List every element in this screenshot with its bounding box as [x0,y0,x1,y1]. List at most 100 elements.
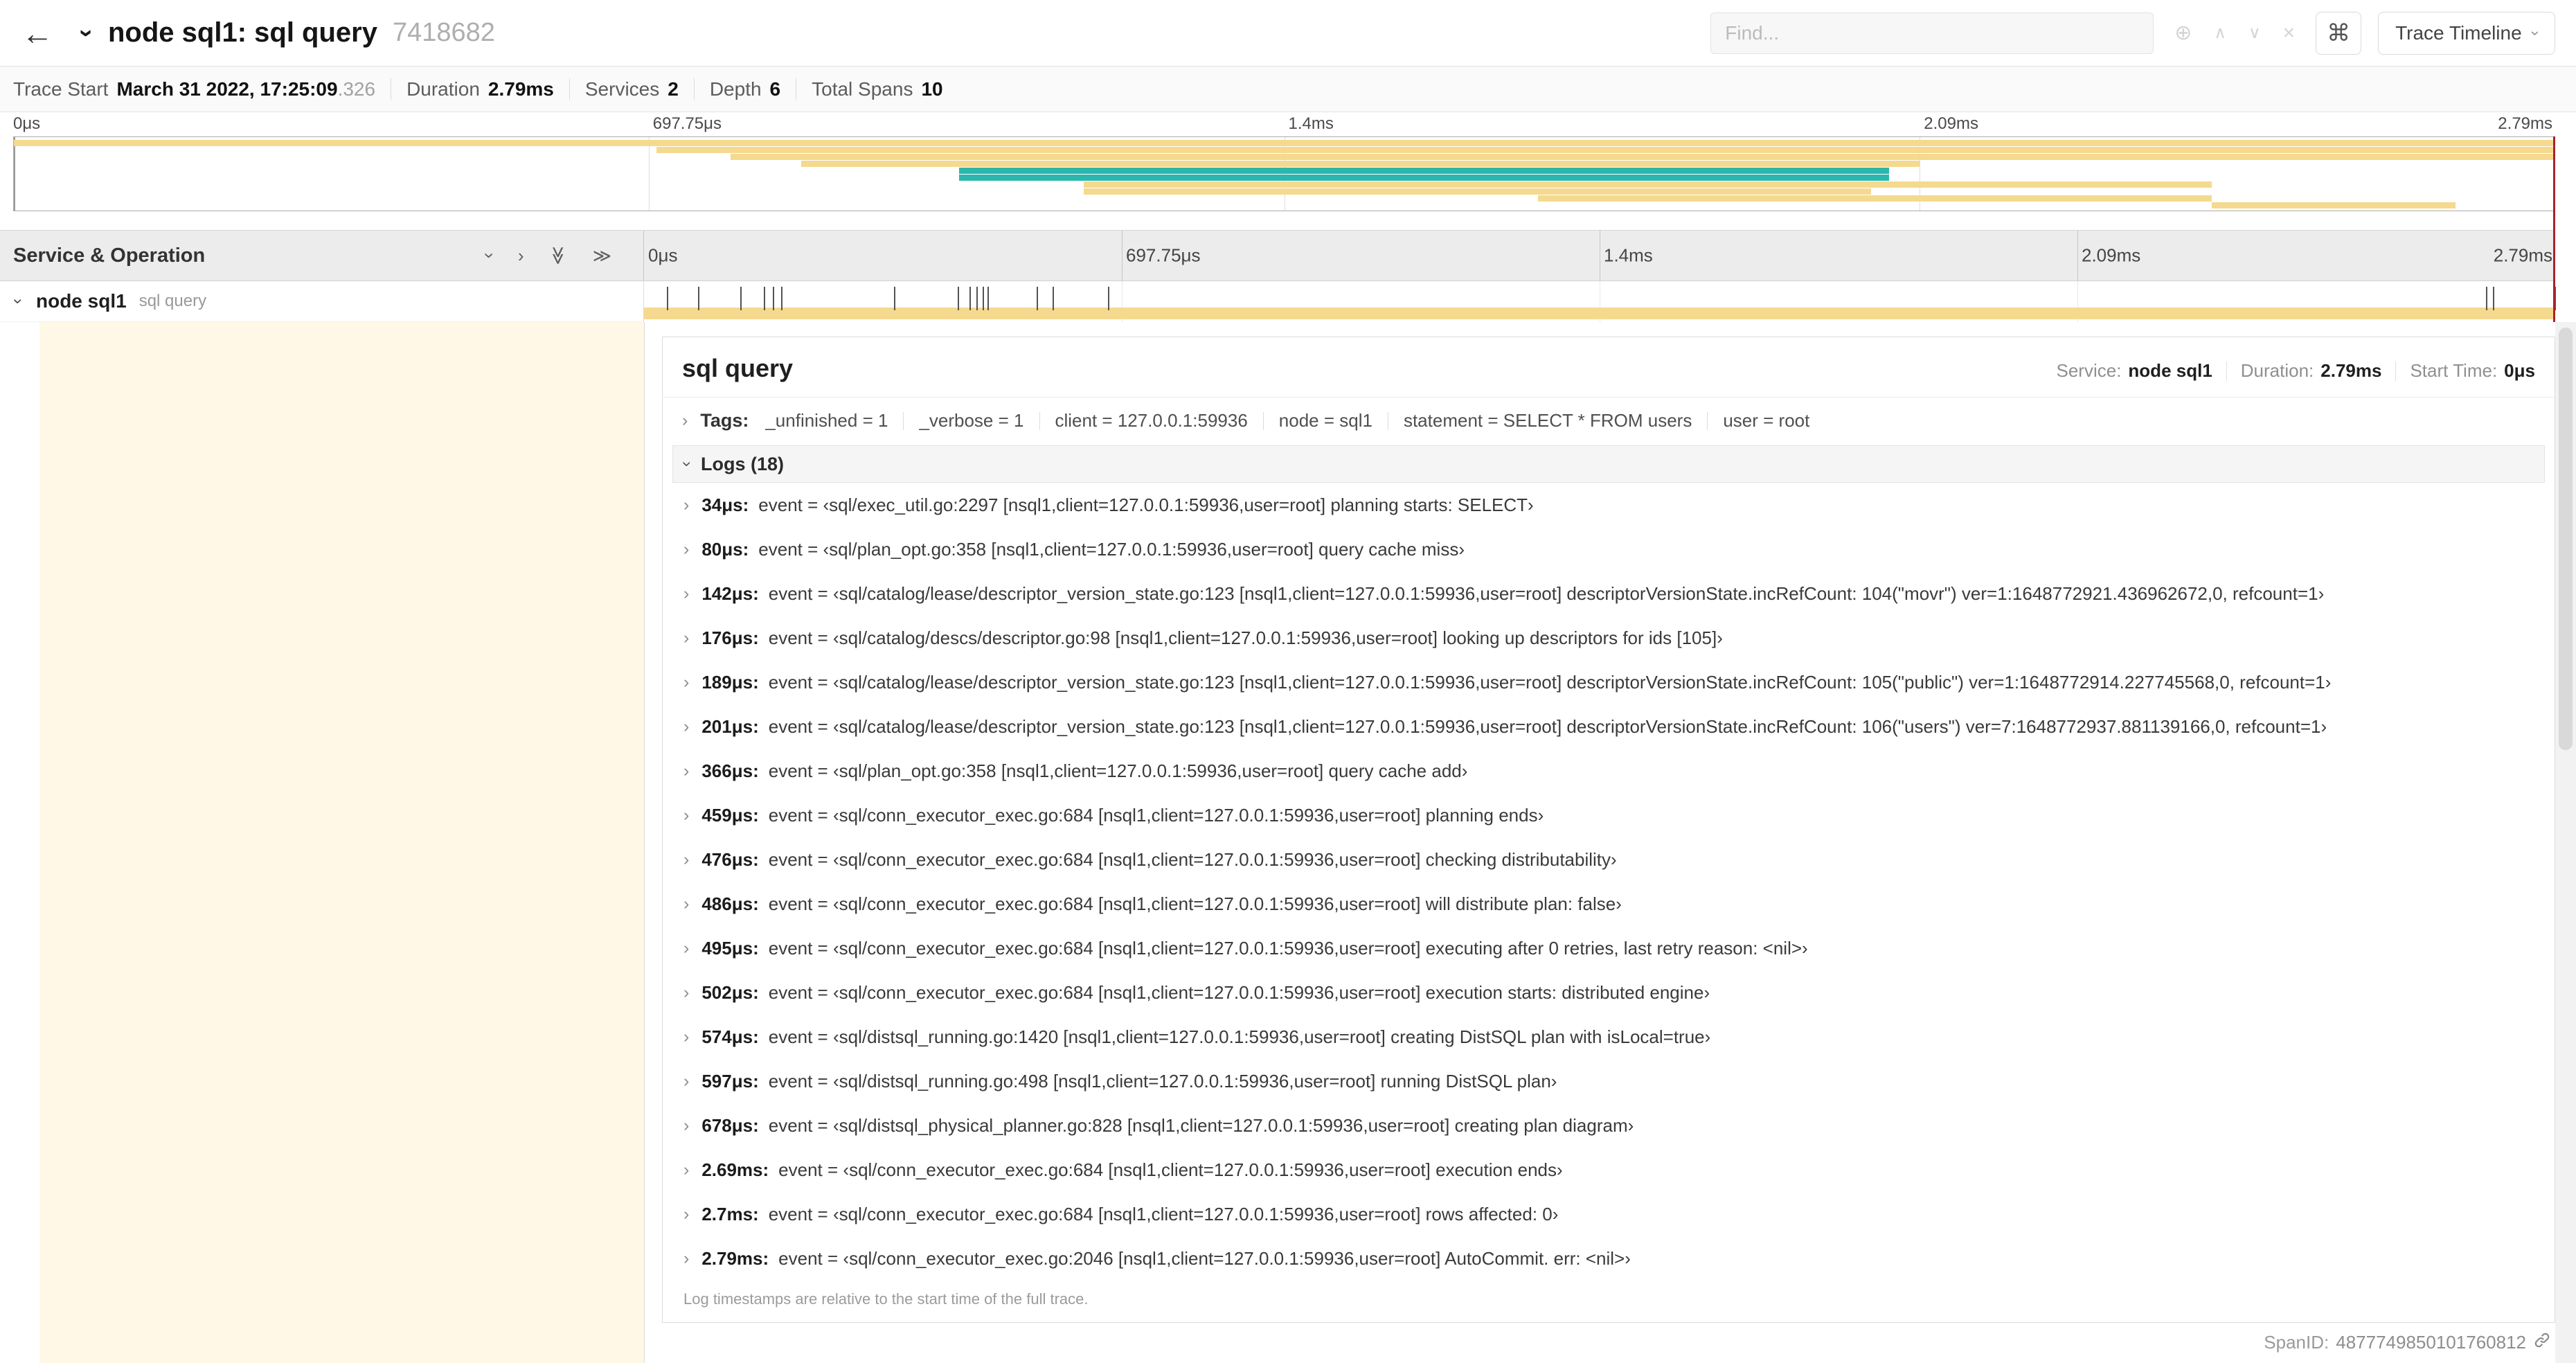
log-row[interactable]: › 476μs: event = ‹sql/conn_executor_exec.g… [672,837,2545,882]
logs-header[interactable]: › Logs (18) [672,445,2545,483]
log-row[interactable]: › 486μs: event = ‹sql/conn_executor_exec.g… [672,882,2545,926]
log-row[interactable]: › 597μs: event = ‹sql/distsql_running.go:4… [672,1059,2545,1103]
log-row[interactable]: › 2.69ms: event = ‹sql/conn_executor_exec.… [672,1148,2545,1192]
minimap-canvas[interactable] [13,136,2555,211]
log-timestamp: 502μs: [701,981,759,1003]
prev-result-icon[interactable]: ∧ [2214,23,2226,43]
tags-items: _unfinished = 1 _verbose = 1 client = 127.… [765,410,1809,431]
minimap-span-bar[interactable] [730,154,2555,160]
divider [2226,361,2227,381]
log-message: event = ‹sql/conn_executor_exec.go:684 [… [778,1159,1563,1180]
expand-one-icon[interactable]: › [518,245,524,267]
log-message: event = ‹sql/catalog/lease/descriptor_ve… [768,715,2327,737]
next-result-icon[interactable]: ∨ [2248,23,2261,43]
log-timestamp: 2.69ms: [701,1159,769,1180]
minimap-span-bar[interactable] [958,168,1889,174]
minimap-span-bar[interactable] [1083,181,2212,188]
chevron-right-icon: › [683,849,690,869]
duration-label: Duration: [2240,360,2314,381]
log-row[interactable]: › 176μs: event = ‹sql/catalog/descs/descri… [672,616,2545,660]
divider [693,78,695,100]
find-input[interactable] [1710,12,2154,54]
log-marker [2492,287,2494,310]
log-timestamp: 574μs: [701,1026,759,1047]
span-row-name-column[interactable]: › node sql1 sql query [0,281,644,322]
log-row[interactable]: › 459μs: event = ‹sql/conn_executor_exec.g… [672,793,2545,837]
scrollbar-thumb[interactable] [2559,328,2573,750]
tag-item[interactable]: user = root [1723,410,1809,431]
tag-item[interactable]: _verbose = 1 [919,410,1023,431]
log-message: event = ‹sql/conn_executor_exec.go:684 [… [768,937,1808,959]
tag-item[interactable]: statement = SELECT * FROM users [1404,410,1692,431]
minimap-span-bar[interactable] [2211,202,2456,208]
tags-row[interactable]: › Tags: _unfinished = 1 _verbose = 1 clien… [663,398,2555,441]
log-row[interactable]: › 574μs: event = ‹sql/distsql_running.go:1… [672,1015,2545,1059]
log-marker [969,287,971,310]
log-timestamp: 2.7ms: [701,1203,759,1224]
minimap-tick-label: 0μs [13,114,41,133]
log-message: event = ‹sql/catalog/lease/descriptor_ve… [768,582,2325,604]
logs-block: › Logs (18) › 34μs: event = ‹sql/exec_util… [672,445,2545,1322]
column-divider[interactable] [644,322,645,1363]
vertical-scrollbar[interactable] [2555,322,2576,1363]
trace-timeline-dropdown[interactable]: Trace Timeline › [2378,11,2555,55]
timeline-tick-label: 0μs [648,244,678,266]
collapse-all-icon[interactable]: ≫ [548,246,569,265]
divider [1262,411,1264,430]
tag-item[interactable]: _unfinished = 1 [765,410,888,431]
log-row[interactable]: › 80μs: event = ‹sql/plan_opt.go:358 [nsql… [672,527,2545,571]
minimap-tick-label: 2.79ms [2498,114,2552,133]
service-value: node sql1 [2128,360,2212,381]
span-bar[interactable] [644,308,2555,319]
log-row[interactable]: › 2.79ms: event = ‹sql/conn_executor_exec.… [672,1236,2545,1281]
log-row[interactable]: › 502μs: event = ‹sql/conn_executor_exec.g… [672,970,2545,1015]
span-row[interactable]: › node sql1 sql query [0,281,2556,322]
minimap-span-bar[interactable] [801,161,1920,167]
span-detail-title: sql query [682,354,794,382]
minimap-span-bar[interactable] [656,147,2555,153]
clear-search-icon[interactable]: × [2283,21,2296,45]
chevron-down-icon: › [678,461,697,467]
log-row[interactable]: › 366μs: event = ‹sql/plan_opt.go:358 [nsq… [672,749,2545,793]
log-message: event = ‹sql/conn_executor_exec.go:2046 … [778,1247,1631,1269]
log-timestamp: 34μs: [701,494,749,515]
log-message: event = ‹sql/conn_executor_exec.go:684 [… [768,1203,1559,1224]
start-time-label: Start Time: [2410,360,2498,381]
trace-minimap[interactable]: 0μs 697.75μs 1.4ms 2.09ms 2.79ms [13,113,2555,211]
log-row[interactable]: › 495μs: event = ‹sql/conn_executor_exec.g… [672,926,2545,970]
span-service-name: node sql1 [36,290,127,312]
range-scrubber-left[interactable] [14,137,15,211]
log-row[interactable]: › 34μs: event = ‹sql/exec_util.go:2297 [ns… [672,483,2545,527]
chevron-down-icon[interactable]: › [73,29,102,37]
log-message: event = ‹sql/distsql_running.go:1420 [ns… [768,1026,1711,1047]
log-row[interactable]: › 142μs: event = ‹sql/catalog/lease/descri… [672,571,2545,616]
log-message: event = ‹sql/catalog/lease/descriptor_ve… [768,671,2332,693]
log-row[interactable]: › 2.7ms: event = ‹sql/conn_executor_exec.g… [672,1192,2545,1236]
span-row-track[interactable] [644,281,2556,322]
collapse-one-icon[interactable]: › [480,253,501,259]
locate-icon[interactable]: ⊕ [2174,21,2192,45]
chevron-down-icon[interactable]: › [9,299,28,304]
summary-label: Duration [406,78,480,100]
start-time-value: 0μs [2504,360,2535,381]
keyboard-shortcuts-button[interactable]: ⌘ [2316,11,2362,55]
minimap-span-bar[interactable] [1083,188,1872,195]
minimap-span-bar[interactable] [1538,195,2212,202]
back-button[interactable]: ← [10,15,65,52]
link-icon[interactable] [2533,1331,2551,1354]
log-row[interactable]: › 678μs: event = ‹sql/distsql_physical_pla… [672,1103,2545,1148]
expand-all-icon[interactable]: ≫ [593,245,611,267]
tag-item[interactable]: client = 127.0.0.1:59936 [1055,410,1248,431]
log-marker [764,287,766,310]
minimap-span-bar[interactable] [14,140,2555,146]
chevron-right-icon: › [683,893,690,914]
summary-label: Total Spans [812,78,913,100]
tag-item[interactable]: node = sql1 [1279,410,1372,431]
summary-value: 6 [769,78,781,100]
divider [903,411,904,430]
minimap-span-bar[interactable] [958,175,1889,181]
log-row[interactable]: › 201μs: event = ‹sql/catalog/lease/descri… [672,704,2545,749]
minimap-tick-label: 1.4ms [1288,114,1334,133]
log-row[interactable]: › 189μs: event = ‹sql/catalog/lease/descri… [672,660,2545,704]
span-id-value: 4877749850101760812 [2336,1332,2526,1353]
